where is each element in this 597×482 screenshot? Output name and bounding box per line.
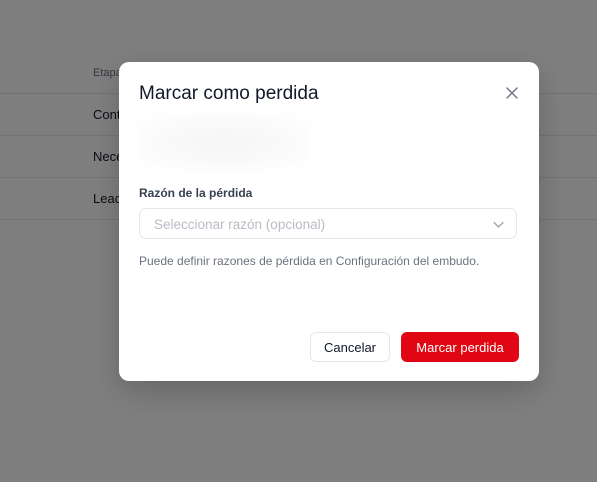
close-icon [506,87,518,99]
page: Etapa Contacto Necesidad Lead Marcar com… [0,0,597,482]
reason-select[interactable]: Seleccionar razón (opcional) [139,208,517,239]
blurred-deal-info [139,114,309,170]
chevron-down-icon [493,221,504,228]
reason-label: Razón de la pérdida [139,186,253,200]
help-text: Puede definir razones de pérdida en Conf… [139,254,480,268]
close-button[interactable] [503,84,521,102]
cancel-button[interactable]: Cancelar [310,332,390,362]
mark-lost-button[interactable]: Marcar perdida [401,332,519,362]
mark-lost-dialog: Marcar como perdida Razón de la pérdida … [119,62,539,381]
reason-select-placeholder: Seleccionar razón (opcional) [154,217,326,232]
dialog-title: Marcar como perdida [139,83,319,104]
